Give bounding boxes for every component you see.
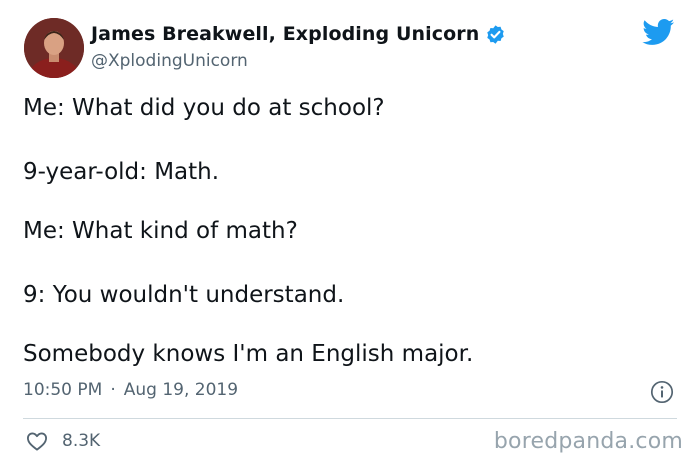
author-display-name[interactable]: James Breakwell, Exploding Unicorn (91, 23, 479, 45)
tweet-text-line: Me: What did you do at school? (23, 95, 385, 121)
info-icon[interactable] (650, 380, 674, 404)
author-name-row: James Breakwell, Exploding Unicorn (91, 23, 506, 45)
timestamp-separator: · (110, 380, 116, 400)
heart-icon (26, 432, 47, 451)
tweet-card: James Breakwell, Exploding Unicorn @Xplo… (0, 0, 700, 471)
twitter-bird-icon[interactable] (642, 19, 675, 46)
tweet-timestamp[interactable]: 10:50 PM · Aug 19, 2019 (23, 380, 238, 400)
like-count: 8.3K (62, 431, 101, 451)
avatar[interactable] (24, 18, 84, 78)
tweet-text-line: Me: What kind of math? (23, 218, 298, 244)
tweet-text-line: 9: You wouldn't understand. (23, 282, 345, 308)
tweet-text-line: 9-year-old: Math. (23, 159, 220, 185)
tweet-time: 10:50 PM (23, 380, 103, 400)
divider (23, 418, 677, 419)
tweet-text-line: Somebody knows I'm an English major. (23, 341, 474, 367)
watermark: boredpanda.com (493, 429, 683, 454)
tweet-date: Aug 19, 2019 (123, 380, 239, 400)
verified-badge-icon (487, 24, 505, 44)
avatar-photo (24, 18, 84, 78)
like-button[interactable]: 8.3K (26, 431, 100, 451)
author-handle[interactable]: @XplodingUnicorn (91, 51, 248, 71)
